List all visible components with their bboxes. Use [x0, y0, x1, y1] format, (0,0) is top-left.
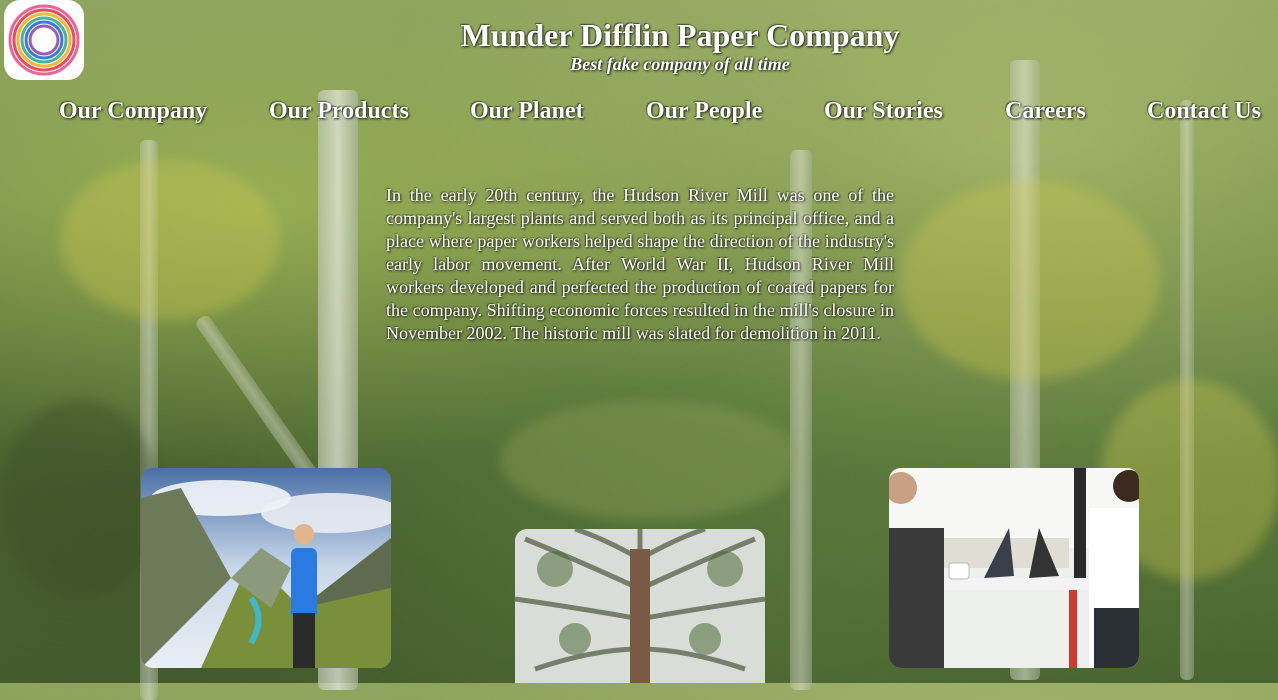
main-navigation: Our Company Our Products Our Planet Our …	[0, 98, 1278, 134]
company-name: Munder Difflin Paper Company	[460, 17, 900, 53]
nav-item-our-planet[interactable]: Our Planet	[470, 98, 584, 125]
tagline: Best fake company of all time	[570, 54, 790, 74]
nav-item-our-people[interactable]: Our People	[646, 98, 762, 125]
history-paragraph: In the early 20th century, the Hudson Ri…	[386, 185, 894, 343]
nav-item-our-company[interactable]: Our Company	[59, 98, 207, 125]
hiker-mountain-image	[141, 468, 391, 668]
nav-item-our-stories[interactable]: Our Stories	[824, 98, 943, 125]
header-title-block: Munder Difflin Paper Company Best fake c…	[440, 16, 920, 74]
nav-item-contact-us[interactable]: Contact Us	[1147, 98, 1261, 125]
office-meeting-image	[889, 468, 1139, 668]
tree-canopy-image	[515, 529, 765, 683]
company-logo[interactable]	[4, 0, 84, 80]
nav-item-careers[interactable]: Careers	[1005, 98, 1086, 125]
nav-item-our-products[interactable]: Our Products	[269, 98, 409, 125]
swirl-logo-icon	[8, 4, 80, 76]
